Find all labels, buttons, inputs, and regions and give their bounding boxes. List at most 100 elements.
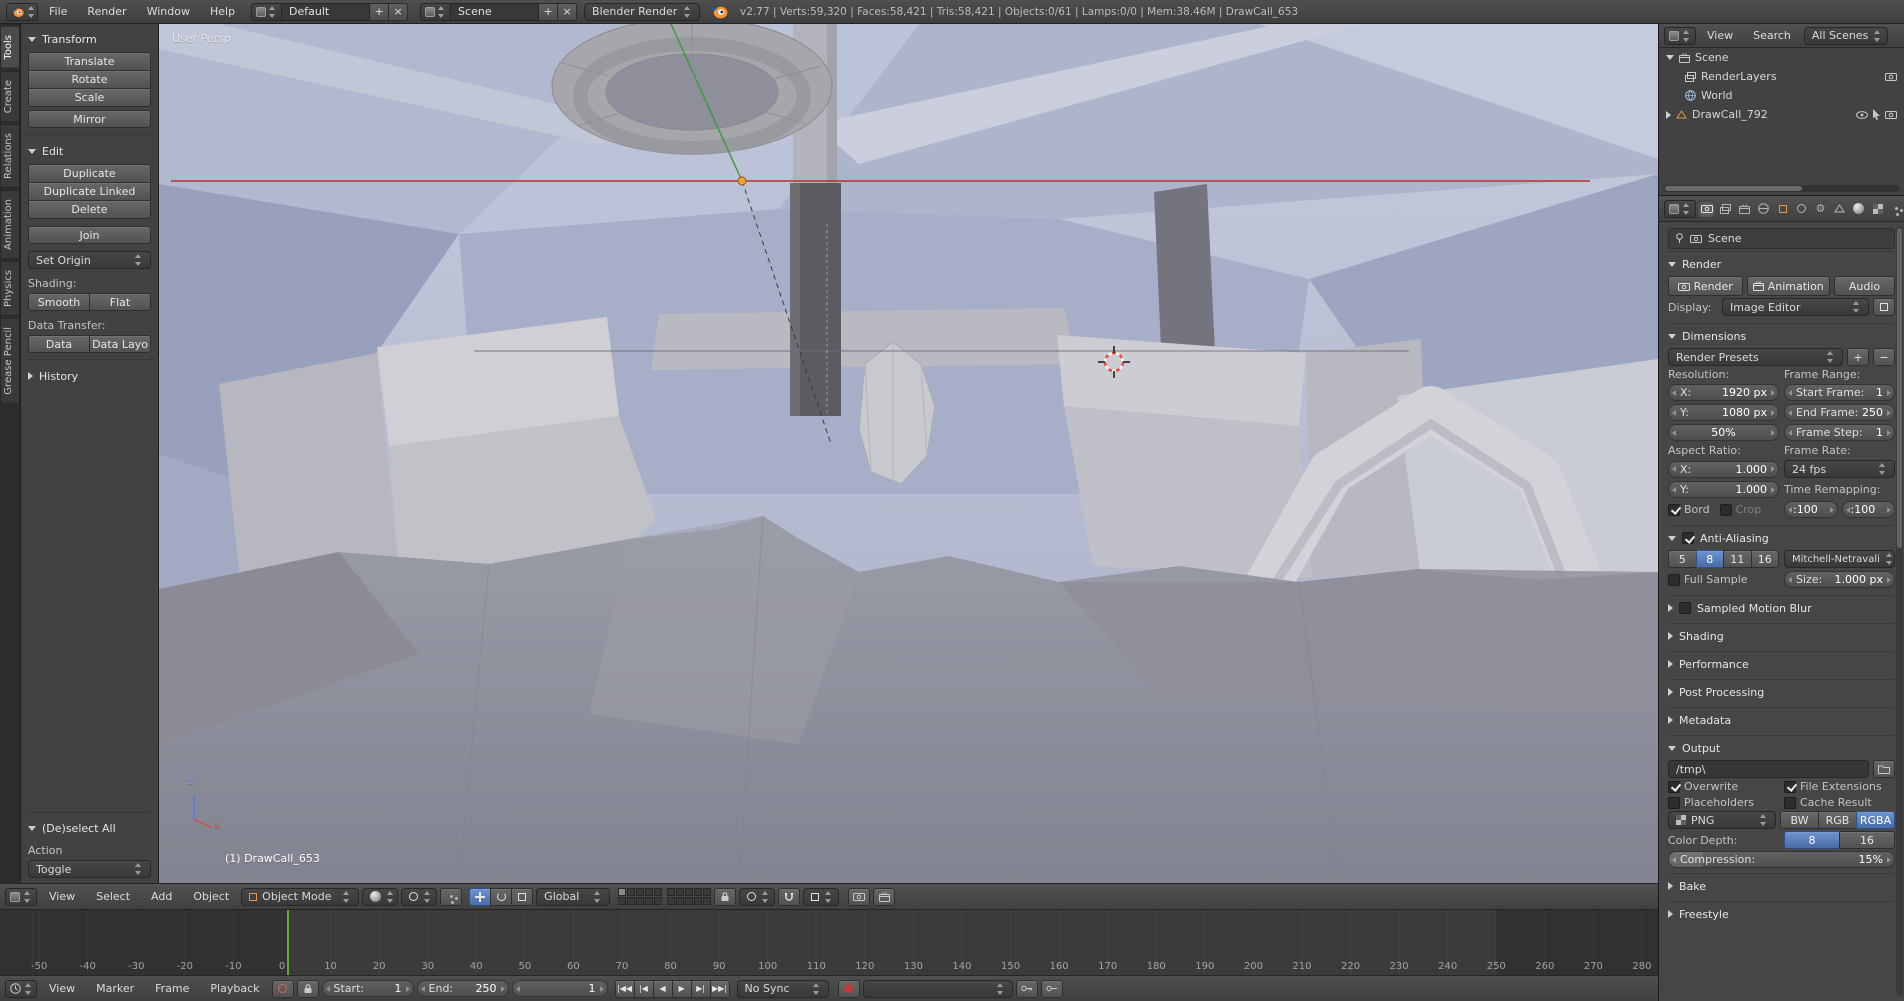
context-texture-tab[interactable] [1869, 200, 1886, 217]
layer-toggle-16[interactable] [667, 897, 675, 905]
tab-tools[interactable]: Tools [0, 26, 20, 69]
resolution-percentage-field[interactable]: 50% [1668, 424, 1779, 441]
add-scene-button[interactable]: + [539, 3, 558, 21]
add-layout-button[interactable]: + [370, 3, 389, 21]
snap-element-select[interactable] [803, 888, 839, 906]
3d-viewport[interactable]: User Persp z x (1) DrawCall_653 [159, 24, 1658, 883]
timeline-menu-frame[interactable]: Frame [146, 980, 198, 997]
context-render-tab[interactable] [1698, 200, 1715, 217]
data-layout-button[interactable]: Data Layo [89, 335, 151, 353]
outliner-item-drawcall[interactable]: DrawCall_792 [1659, 105, 1904, 124]
pin-icon[interactable] [1675, 233, 1684, 244]
context-object-tab[interactable] [1774, 200, 1791, 217]
insert-keyframe-button[interactable] [1016, 980, 1038, 998]
visibility-toggle-icon[interactable] [1856, 111, 1868, 119]
output-path-field[interactable]: /tmp\ [1668, 760, 1869, 778]
viewport-menu-add[interactable]: Add [142, 888, 181, 905]
keying-set-select[interactable] [863, 980, 1013, 998]
frame-end-field[interactable]: End:250 [417, 980, 509, 997]
bake-panel-header[interactable]: Bake [1668, 876, 1895, 896]
remap-new-field[interactable]: :100 [1842, 501, 1896, 518]
translate-button[interactable]: Translate [28, 52, 151, 71]
render-still-button[interactable]: Render [1668, 276, 1743, 296]
placeholders-checkbox[interactable] [1668, 797, 1680, 809]
screen-layout-name-field[interactable]: Default [282, 3, 370, 21]
timeline-menu-playback[interactable]: Playback [201, 980, 268, 997]
scale-button[interactable]: Scale [28, 88, 151, 107]
menu-render[interactable]: Render [78, 3, 135, 20]
layer-toggle-20[interactable] [703, 897, 711, 905]
tab-create[interactable]: Create [0, 71, 20, 122]
transform-orientation-select[interactable]: Global [536, 888, 610, 906]
scrollbar-thumb[interactable] [1665, 186, 1802, 191]
shade-flat-button[interactable]: Flat [89, 293, 151, 311]
opengl-render-button[interactable] [848, 888, 870, 906]
viewport-shading-select[interactable] [362, 888, 398, 906]
aa-samples-16-button[interactable]: 16 [1751, 550, 1780, 568]
render-animation-button[interactable]: Animation [1747, 276, 1831, 296]
layer-toggle-3[interactable] [636, 888, 644, 896]
duplicate-linked-button[interactable]: Duplicate Linked [28, 182, 151, 201]
outliner-display-mode-select[interactable]: All Scenes [1804, 27, 1888, 45]
layer-toggle-4[interactable] [645, 888, 653, 896]
context-particles-tab[interactable] [1888, 200, 1904, 217]
current-frame-field[interactable]: 1 [512, 980, 608, 997]
crop-checkbox[interactable] [1720, 504, 1732, 516]
layer-toggle-17[interactable] [676, 897, 684, 905]
renderable-toggle-icon[interactable] [1885, 110, 1897, 119]
context-data-tab[interactable] [1831, 200, 1848, 217]
layer-toggle-6[interactable] [618, 897, 626, 905]
layer-toggle-14[interactable] [694, 888, 702, 896]
compression-slider[interactable]: Compression: 15% [1668, 851, 1895, 868]
browse-output-path-button[interactable] [1873, 760, 1895, 778]
previous-keyframe-button[interactable]: |◀ [634, 980, 654, 998]
timeline-ruler[interactable]: -50-40-30-20-100102030405060708090100110… [0, 909, 1658, 975]
outliner-item-scene[interactable]: Scene [1659, 48, 1904, 67]
timeline-menu-marker[interactable]: Marker [87, 980, 143, 997]
metadata-panel-header[interactable]: Metadata [1668, 710, 1895, 730]
set-origin-menu[interactable]: Set Origin [28, 251, 151, 269]
outliner-menu-view[interactable]: View [1698, 27, 1742, 44]
tab-grease-pencil[interactable]: Grease Pencil [0, 318, 20, 404]
tab-physics[interactable]: Physics [0, 261, 20, 316]
transform-panel-header[interactable]: Transform [28, 29, 151, 49]
play-button[interactable]: ▶ [672, 980, 692, 998]
viewport-editor-type-button[interactable] [5, 888, 37, 906]
remove-preset-button[interactable]: − [1873, 348, 1895, 366]
duplicate-button[interactable]: Duplicate [28, 164, 151, 183]
screen-layout-icon-button[interactable] [251, 3, 282, 21]
frame-start-field[interactable]: Start:1 [322, 980, 414, 997]
snap-toggle[interactable] [778, 888, 800, 906]
overwrite-checkbox[interactable] [1668, 781, 1680, 793]
pivot-align-toggle[interactable] [440, 888, 462, 906]
anti-aliasing-checkbox[interactable] [1682, 532, 1694, 544]
freestyle-panel-header[interactable]: Freestyle [1668, 904, 1895, 924]
shading-panel-header[interactable]: Shading [1668, 626, 1895, 646]
performance-panel-header[interactable]: Performance [1668, 654, 1895, 674]
scene-name-field[interactable]: Scene [451, 3, 539, 21]
viewport-menu-object[interactable]: Object [184, 888, 238, 905]
remap-old-field[interactable]: :100 [1784, 501, 1838, 518]
aspect-y-field[interactable]: Y:1.000 [1668, 481, 1779, 498]
layer-toggle-18[interactable] [685, 897, 693, 905]
layer-toggle-19[interactable] [694, 897, 702, 905]
scene-icon-button[interactable] [420, 3, 451, 21]
anti-aliasing-panel-header[interactable]: Anti-Aliasing [1668, 528, 1895, 548]
aa-filter-select[interactable]: Mitchell-Netravali [1784, 550, 1895, 568]
layer-toggle-1[interactable] [618, 888, 626, 896]
layer-toggle-15[interactable] [703, 888, 711, 896]
aa-samples-8-button[interactable]: 8 [1696, 550, 1725, 568]
use-preview-range-toggle[interactable] [272, 980, 294, 998]
lock-to-scene-toggle[interactable] [714, 888, 736, 906]
start-frame-field[interactable]: Start Frame:1 [1784, 384, 1895, 401]
layer-toggle-2[interactable] [627, 888, 635, 896]
layer-toggle-8[interactable] [636, 897, 644, 905]
aa-samples-5-button[interactable]: 5 [1668, 550, 1697, 568]
sync-mode-select[interactable]: No Sync [737, 980, 829, 998]
render-display-select[interactable]: Image Editor [1722, 298, 1869, 316]
render-panel-header[interactable]: Render [1668, 254, 1895, 274]
layer-toggle-5[interactable] [654, 888, 662, 896]
edit-panel-header[interactable]: Edit [28, 141, 151, 161]
layer-toggle-11[interactable] [667, 888, 675, 896]
viewport-menu-view[interactable]: View [40, 888, 84, 905]
